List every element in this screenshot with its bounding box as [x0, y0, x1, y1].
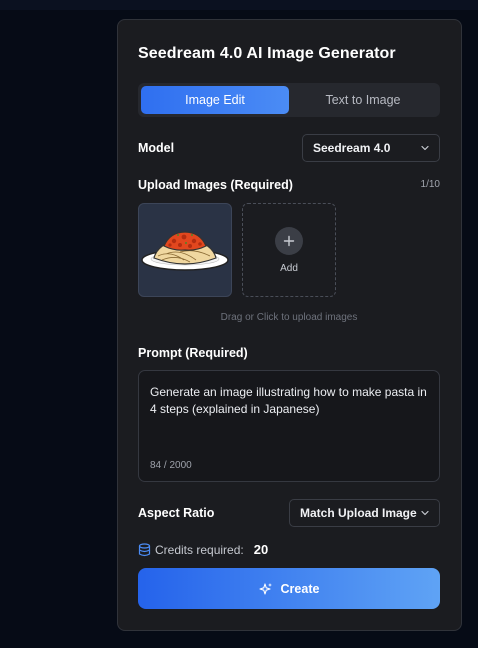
- pasta-plate-image: [141, 231, 229, 271]
- mode-tabs: Image Edit Text to Image: [138, 83, 440, 117]
- credits-label: Credits required:: [155, 542, 244, 557]
- aspect-ratio-label: Aspect Ratio: [138, 506, 215, 520]
- model-select[interactable]: Seedream 4.0: [302, 134, 440, 162]
- add-image-button[interactable]: Add: [242, 203, 336, 297]
- panel-title: Seedream 4.0 AI Image Generator: [138, 45, 396, 62]
- prompt-text: Generate an image illustrating how to ma…: [150, 385, 427, 416]
- add-image-label: Add: [280, 262, 298, 274]
- model-select-value: Seedream 4.0: [313, 141, 391, 155]
- model-label: Model: [138, 141, 175, 155]
- coins-icon: [138, 542, 151, 557]
- chevron-down-icon: [420, 508, 430, 518]
- upload-counter: 1/10: [420, 179, 440, 190]
- upload-label: Upload Images (Required): [138, 178, 293, 192]
- aspect-ratio-select-value: Match Upload Image: [300, 506, 417, 520]
- chevron-down-icon: [420, 143, 430, 153]
- sparkles-icon: [258, 582, 273, 596]
- prompt-char-count: 84 / 2000: [150, 460, 192, 471]
- credits-required: Credits required: 20: [138, 542, 268, 557]
- prompt-input[interactable]: Generate an image illustrating how to ma…: [138, 370, 440, 482]
- generator-panel: Seedream 4.0 AI Image Generator Image Ed…: [117, 19, 462, 631]
- upload-hint: Drag or Click to upload images: [220, 312, 358, 323]
- prompt-label: Prompt (Required): [138, 346, 248, 360]
- credits-value: 20: [253, 542, 269, 557]
- aspect-ratio-select[interactable]: Match Upload Image: [289, 499, 440, 527]
- tab-text-to-image[interactable]: Text to Image: [289, 86, 437, 114]
- create-button[interactable]: Create: [138, 568, 440, 609]
- tab-image-edit[interactable]: Image Edit: [141, 86, 289, 114]
- uploaded-image-thumbnail[interactable]: [138, 203, 232, 297]
- plus-icon: [275, 226, 303, 255]
- create-button-label: Create: [280, 581, 320, 596]
- top-bar: [0, 0, 478, 10]
